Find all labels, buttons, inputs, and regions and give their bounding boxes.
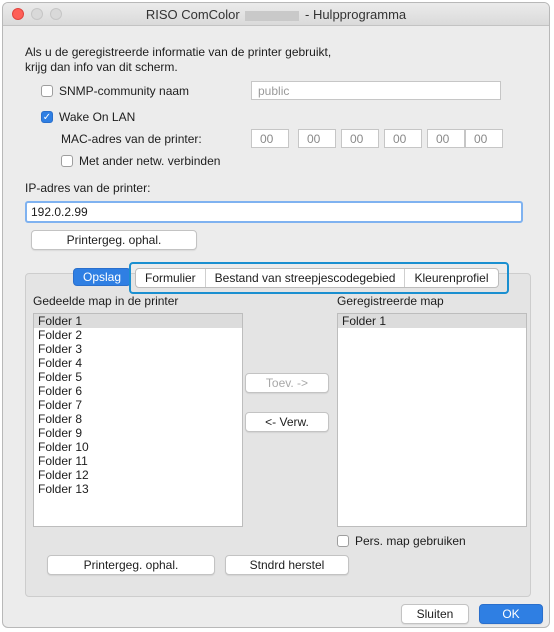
intro-text-line2: krijg dan info van dit scherm. [25, 60, 178, 74]
mac-part-4[interactable]: 00 [384, 129, 422, 148]
redacted-model-name [245, 10, 300, 21]
window-title: RISO ComColor - Hulpprogramma [145, 7, 407, 22]
registered-folders-list[interactable]: Folder 1 [337, 313, 527, 527]
mac-address-label: MAC-adres van de printer: [61, 132, 202, 146]
tab-color-profile[interactable]: Kleurenprofiel [405, 269, 497, 287]
list-item[interactable]: Folder 3 [34, 342, 242, 356]
list-item[interactable]: Folder 13 [34, 482, 242, 496]
mac-part-3[interactable]: 00 [341, 129, 379, 148]
restore-defaults-button[interactable]: Stndrd herstel [225, 555, 349, 575]
personal-folder-label: Pers. map gebruiken [355, 534, 466, 548]
fetch-printer-info-button-bottom[interactable]: Printergeg. ophal. [47, 555, 215, 575]
mac-part-6[interactable]: 00 [465, 129, 503, 148]
snmp-community-input[interactable]: public [251, 81, 501, 100]
snmp-checkbox[interactable] [41, 85, 53, 97]
list-item[interactable]: Folder 1 [34, 314, 242, 328]
list-item[interactable]: Folder 9 [34, 426, 242, 440]
snmp-label: SNMP-community naam [59, 84, 190, 98]
fetch-printer-info-button-top[interactable]: Printergeg. ophal. [31, 230, 197, 250]
add-folder-button[interactable]: Toev. -> [245, 373, 329, 393]
wake-on-lan-checkbox[interactable]: ✓ [41, 111, 53, 123]
list-item[interactable]: Folder 12 [34, 468, 242, 482]
list-item[interactable] [34, 496, 242, 510]
close-button[interactable]: Sluiten [401, 604, 469, 624]
tab-group: Formulier Bestand van streepjescodegebie… [135, 268, 499, 288]
other-network-checkbox[interactable] [61, 155, 73, 167]
list-item[interactable]: Folder 11 [34, 454, 242, 468]
ip-address-input[interactable]: 192.0.2.99 [25, 201, 523, 223]
mac-part-5[interactable]: 00 [427, 129, 465, 148]
list-item[interactable]: Folder 4 [34, 356, 242, 370]
title-bar[interactable]: RISO ComColor - Hulpprogramma [3, 3, 549, 26]
wake-on-lan-label: Wake On LAN [59, 110, 136, 124]
personal-folder-checkbox[interactable] [337, 535, 349, 547]
list-item[interactable]: Folder 2 [34, 328, 242, 342]
tab-opslag[interactable]: Opslag [73, 268, 131, 286]
registered-folders-label: Geregistreerde map [337, 294, 444, 308]
intro-text-line1: Als u de geregistreerde informatie van d… [25, 45, 332, 59]
mac-part-2[interactable]: 00 [298, 129, 336, 148]
tab-barcode-area-file[interactable]: Bestand van streepjescodegebied [206, 269, 406, 287]
list-item[interactable]: Folder 8 [34, 412, 242, 426]
shared-folders-list[interactable]: Folder 1 Folder 2 Folder 3 Folder 4 Fold… [33, 313, 243, 527]
list-item[interactable]: Folder 7 [34, 398, 242, 412]
list-item[interactable]: Folder 5 [34, 370, 242, 384]
dialog-window: RISO ComColor - Hulpprogramma Als u de g… [2, 2, 550, 628]
list-item[interactable]: Folder 6 [34, 384, 242, 398]
list-item[interactable]: Folder 1 [338, 314, 526, 328]
list-item[interactable]: Folder 10 [34, 440, 242, 454]
remove-folder-button[interactable]: <- Verw. [245, 412, 329, 432]
shared-folders-label: Gedeelde map in de printer [33, 294, 179, 308]
mac-part-1[interactable]: 00 [251, 129, 289, 148]
ok-button[interactable]: OK [479, 604, 543, 624]
tab-formulier[interactable]: Formulier [136, 269, 206, 287]
other-network-label: Met ander netw. verbinden [79, 154, 221, 168]
ip-address-label: IP-adres van de printer: [25, 181, 151, 195]
